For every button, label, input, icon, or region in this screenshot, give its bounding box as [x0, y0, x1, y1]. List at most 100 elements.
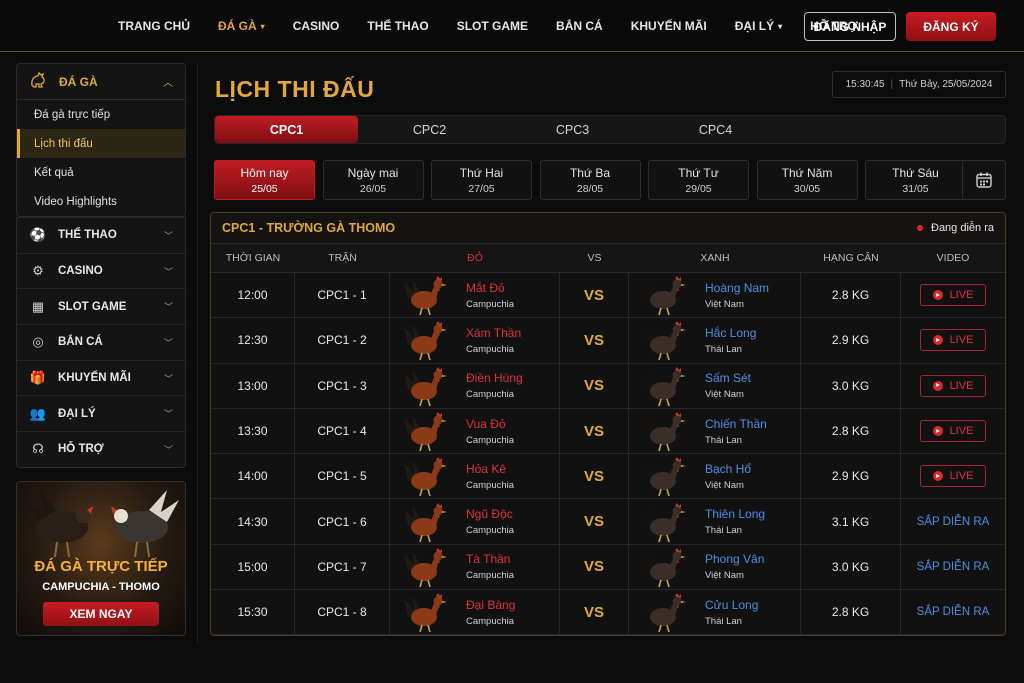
nav-item-2[interactable]: CASINO — [293, 19, 340, 33]
day-name: Hôm nay — [240, 165, 289, 180]
sidebar-section-header[interactable]: ĐÁ GÀ ︿ — [17, 64, 185, 100]
schedule-table: CPC1 - TRƯỜNG GÀ THOMO Đang diễn ra THỜI… — [210, 212, 1006, 636]
red-fighter-country: Campuchia — [466, 389, 515, 401]
blue-fighter-name: Cửu Long — [705, 597, 759, 612]
day-button[interactable]: Ngày mai 26/05 — [322, 160, 424, 200]
blue-fighter[interactable]: Sấm Sét Việt Nam — [629, 363, 801, 408]
table-header: THỜI GIAN TRẬN ĐỎ VS XANH HẠNG CÂN VIDEO — [211, 244, 1005, 273]
red-fighter-country: Campuchia — [466, 434, 515, 446]
video-cell: LIVE — [901, 409, 1005, 453]
weight-class: 3.0 KG — [801, 363, 901, 408]
nav-item-label: BẮN CÁ — [556, 19, 603, 33]
nav-item-7[interactable]: ĐẠI LÝ ▾ — [735, 19, 782, 33]
blue-fighter-name: Hoàng Nam — [705, 280, 770, 295]
video-cell: SẮP DIỄN RA — [901, 590, 1005, 634]
sidebar-item-1[interactable]: ⚙ CASINO ﹀ — [17, 252, 185, 289]
upcoming-label[interactable]: SẮP DIỄN RA — [917, 561, 990, 573]
sidebar-item-6[interactable]: ☊ HỖ TRỢ ﹀ — [17, 431, 185, 467]
tab-3[interactable]: CPC4 — [644, 116, 787, 143]
day-date: 28/05 — [576, 182, 604, 195]
weight-class: 2.9 KG — [801, 454, 901, 499]
blue-fighter[interactable]: Phong Vân Việt Nam — [629, 544, 801, 590]
live-button[interactable]: LIVE — [920, 374, 986, 397]
promo-banner[interactable]: ĐÁ GÀ TRỰC TIẾP CAMPUCHIA - THOMO XEM NG… — [16, 481, 186, 636]
match-id: CPC1 - 6 — [295, 499, 390, 544]
upcoming-label[interactable]: SẮP DIỄN RA — [917, 606, 990, 618]
nav-item-0[interactable]: TRANG CHỦ — [118, 19, 190, 33]
red-rooster-image — [404, 412, 447, 452]
nav-item-3[interactable]: THỂ THAO — [367, 19, 428, 33]
red-fighter[interactable]: Vua Đỏ Campuchia — [390, 408, 560, 454]
sidebar-item-5[interactable]: 👥 ĐẠI LÝ ﹀ — [17, 395, 185, 431]
blue-rooster-image — [643, 321, 686, 361]
upcoming-label[interactable]: SẮP DIỄN RA — [917, 516, 990, 528]
table-row: 15:00 CPC1 - 7 Tà Thần Campuchia VS Phong Vân… — [211, 544, 1005, 591]
red-fighter[interactable]: Ngũ Độc Campuchia — [390, 499, 560, 544]
blue-fighter[interactable]: Hắc Long Thái Lan — [629, 318, 801, 363]
column-header: VIDEO — [936, 252, 970, 264]
blue-fighter[interactable]: Bạch Hổ Việt Nam — [629, 454, 801, 499]
red-fighter[interactable]: Xám Thần Campuchia — [390, 318, 560, 363]
day-date: 27/05 — [468, 182, 495, 195]
sidebar-item-label: ĐẠI LÝ — [58, 407, 96, 420]
live-button[interactable]: LIVE — [920, 284, 986, 307]
tab-0[interactable]: CPC1 — [215, 116, 358, 143]
day-name: Thứ Hai — [459, 165, 504, 180]
day-button[interactable]: Thứ Năm 30/05 — [756, 160, 858, 200]
vs-cell: VS — [560, 544, 629, 590]
casino-chip-icon: ⚙ — [32, 263, 44, 279]
sidebar-item-4[interactable]: 🎁 KHUYẾN MÃI ﹀ — [17, 359, 185, 396]
tab-2[interactable]: CPC3 — [501, 116, 644, 143]
sidebar-item-3[interactable]: ◎ BẮN CÁ ﹀ — [17, 324, 185, 360]
chevron-down-icon: ﹀ — [163, 409, 173, 420]
blue-fighter-info: Thiên Long Thái Lan — [705, 507, 765, 536]
blue-fighter[interactable]: Chiến Thần Thái Lan — [629, 408, 801, 454]
table-row: 14:30 CPC1 - 6 Ngũ Độc Campuchia VS Thiên Lon… — [211, 499, 1005, 545]
sidebar-subitem-0[interactable]: Đá gà trực tiếp — [17, 100, 185, 129]
nav-item-1[interactable]: ĐÁ GÀ ▾ — [218, 19, 265, 33]
sidebar-item-label: BẮN CÁ — [58, 336, 103, 349]
sidebar-subitem-3[interactable]: Video Highlights — [17, 187, 185, 216]
day-button[interactable]: Thứ Sáu 31/05 — [865, 160, 966, 200]
nav-item-6[interactable]: KHUYẾN MÃI — [631, 19, 707, 33]
sidebar-item-0[interactable]: ⚽ THỂ THAO ﹀ — [17, 217, 185, 253]
red-rooster-image — [404, 593, 447, 633]
red-fighter[interactable]: Tà Thần Campuchia — [390, 544, 560, 590]
red-fighter[interactable]: Hỏa Kê Campuchia — [390, 454, 560, 499]
blue-fighter-country: Thái Lan — [705, 525, 742, 537]
match-id: CPC1 - 4 — [295, 408, 390, 454]
nav-item-label: ĐẠI LÝ — [734, 19, 775, 33]
red-fighter[interactable]: Đại Bàng Campuchia — [390, 590, 560, 635]
day-button[interactable]: Thứ Tư 29/05 — [648, 160, 749, 200]
sidebar-subitem-1[interactable]: Lịch thi đấu — [17, 129, 185, 158]
live-label: LIVE — [949, 334, 974, 347]
red-fighter-name: Xám Thần — [466, 325, 522, 340]
day-button[interactable]: Hôm nay 25/05 — [214, 160, 315, 200]
blue-fighter[interactable]: Cửu Long Thái Lan — [629, 590, 801, 635]
nav-item-5[interactable]: BẮN CÁ — [556, 19, 603, 33]
live-button[interactable]: LIVE — [920, 420, 986, 443]
live-button[interactable]: LIVE — [920, 465, 986, 488]
red-fighter-name: Hỏa Kê — [466, 461, 507, 476]
login-button[interactable]: ĐĂNG NHẬP — [804, 12, 896, 41]
blue-fighter-info: Chiến Thần Thái Lan — [705, 417, 767, 446]
table-row: 15:30 CPC1 - 8 Đại Bàng Campuchia VS Cửu Long… — [211, 590, 1005, 635]
nav-item-4[interactable]: SLOT GAME — [457, 19, 528, 33]
chevron-down-icon: ▾ — [260, 21, 265, 31]
red-fighter[interactable]: Điền Hùng Campuchia — [390, 363, 560, 408]
watch-now-button[interactable]: XEM NGAY — [43, 602, 159, 626]
video-cell: LIVE — [901, 364, 1005, 408]
calendar-button[interactable] — [962, 160, 1006, 200]
sidebar-subitem-2[interactable]: Kết quả — [17, 158, 185, 187]
tab-1[interactable]: CPC2 — [358, 116, 501, 143]
red-fighter-country: Campuchia — [466, 298, 515, 310]
day-button[interactable]: Thứ Ba 28/05 — [539, 160, 641, 200]
blue-fighter[interactable]: Thiên Long Thái Lan — [629, 499, 801, 544]
register-button[interactable]: ĐĂNG KÝ — [906, 12, 996, 41]
red-fighter[interactable]: Mắt Đỏ Campuchia — [390, 273, 560, 318]
day-button[interactable]: Thứ Hai 27/05 — [431, 160, 532, 200]
sidebar-item-2[interactable]: ▦ SLOT GAME ﹀ — [17, 288, 185, 324]
blue-fighter[interactable]: Hoàng Nam Việt Nam — [629, 273, 801, 318]
live-button[interactable]: LIVE — [920, 329, 986, 352]
vs-label: VS — [583, 467, 604, 485]
